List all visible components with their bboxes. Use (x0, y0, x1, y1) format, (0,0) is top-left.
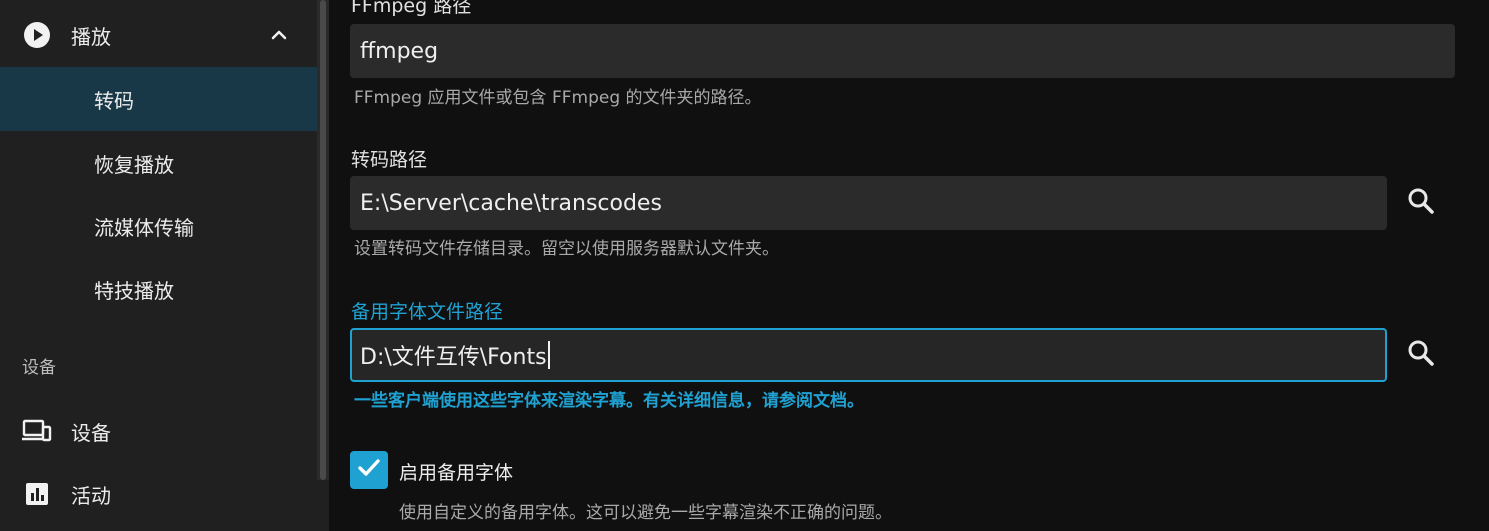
sidebar-section-playback-label: 播放 (71, 24, 111, 49)
ffmpeg-path-input[interactable]: ffmpeg (350, 24, 1455, 78)
settings-panel: FFmpeg 路径 ffmpeg FFmpeg 应用文件或包含 FFmpeg 的… (329, 0, 1489, 531)
transcode-path-browse-button[interactable] (1398, 180, 1444, 226)
sidebar-item-devices[interactable]: 设备 (0, 399, 317, 463)
enable-fallback-font-checkbox[interactable] (350, 451, 388, 489)
enable-fallback-font-help: 使用自定义的备用字体。这可以避免一些字幕渲染不正确的问题。 (399, 503, 892, 523)
sidebar-item-label: 转码 (94, 88, 134, 113)
transcode-path-input[interactable]: E:\Server\cache\transcodes (350, 176, 1387, 230)
sidebar-item-label: 设备 (71, 420, 111, 445)
fallback-font-path-label: 备用字体文件路径 (351, 301, 504, 323)
ffmpeg-path-help: FFmpeg 应用文件或包含 FFmpeg 的文件夹的路径。 (354, 88, 762, 108)
ffmpeg-path-value: ffmpeg (360, 38, 439, 64)
sidebar-section-playback[interactable]: 播放 (0, 3, 317, 67)
dashboard: 播放 转码 恢复播放 流媒体传输 特技播放 设备 设备 活动 FFmpeg 路径… (0, 0, 1489, 531)
sidebar-item-streaming[interactable]: 流媒体传输 (0, 194, 317, 258)
sidebar-item-trickplay[interactable]: 特技播放 (0, 257, 317, 321)
search-icon (1407, 187, 1435, 219)
play-circle-icon (22, 20, 52, 50)
sidebar-item-label: 流媒体传输 (94, 215, 194, 240)
sidebar-item-label: 恢复播放 (94, 152, 174, 177)
sidebar-item-resume[interactable]: 恢复播放 (0, 131, 317, 195)
sidebar-header-devices: 设备 (22, 358, 56, 378)
fallback-font-path-browse-button[interactable] (1398, 332, 1444, 378)
chevron-up-icon[interactable] (268, 24, 290, 46)
transcode-path-value: E:\Server\cache\transcodes (360, 190, 662, 216)
sidebar-scrollbar[interactable] (317, 0, 329, 480)
transcode-path-label: 转码路径 (351, 149, 428, 171)
text-caret (547, 341, 550, 369)
search-icon (1407, 339, 1435, 371)
bar-chart-icon (22, 479, 52, 509)
sidebar-item-transcoding[interactable]: 转码 (0, 67, 317, 131)
sidebar-item-activity[interactable]: 活动 (0, 462, 317, 526)
checkmark-icon (356, 455, 382, 485)
enable-fallback-font-label[interactable]: 启用备用字体 (399, 458, 513, 485)
sidebar-item-label: 活动 (71, 483, 111, 508)
devices-icon (22, 416, 52, 446)
fallback-font-path-value: D:\文件互传\Fonts (360, 345, 547, 370)
sidebar-item-label: 特技播放 (94, 278, 174, 303)
sidebar: 播放 转码 恢复播放 流媒体传输 特技播放 设备 设备 活动 (0, 0, 329, 531)
sidebar-scrollbar-thumb[interactable] (320, 0, 326, 480)
fallback-font-path-help: 一些客户端使用这些字体来渲染字幕。有关详细信息，请参阅文档。 (354, 391, 864, 411)
fallback-font-path-input[interactable]: D:\文件互传\Fonts (350, 328, 1387, 382)
ffmpeg-path-label: FFmpeg 路径 (351, 0, 472, 17)
transcode-path-help: 设置转码文件存储目录。留空以使用服务器默认文件夹。 (354, 239, 779, 259)
